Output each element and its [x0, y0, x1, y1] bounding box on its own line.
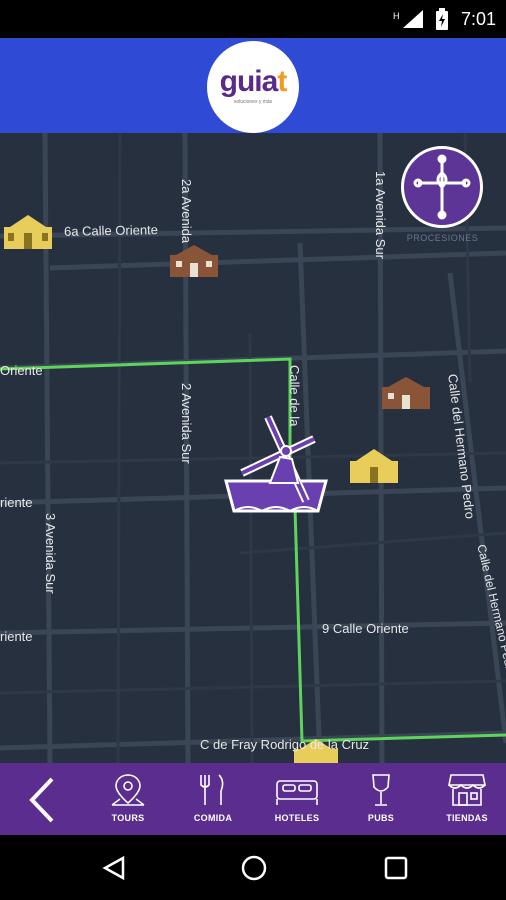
street-label: riente — [0, 495, 33, 510]
logo-accent: t — [277, 65, 287, 98]
street-label: 1a Avenida Sur — [373, 171, 388, 259]
chevron-left-icon — [29, 777, 54, 823]
street-label: riente — [0, 629, 33, 644]
nav-pubs-button[interactable]: PUBS — [346, 771, 416, 831]
street-label: Oriente — [0, 363, 43, 378]
home-circle-icon[interactable] — [240, 854, 268, 882]
street-label: Calle de la — [287, 365, 302, 427]
status-time: 7:01 — [460, 8, 496, 29]
nav-pubs-label: PUBS — [367, 813, 395, 823]
nav-hoteles-label: HOTELES — [274, 813, 320, 823]
app-bar: guiat soluciones y más — [0, 38, 506, 133]
back-button[interactable] — [22, 775, 62, 825]
signal-icon: H — [393, 10, 423, 28]
back-triangle-icon[interactable] — [101, 855, 127, 881]
street-label: 2 Avenida Sur — [179, 383, 194, 464]
battery-icon — [435, 8, 448, 30]
bed-icon — [276, 780, 318, 805]
status-icons: H 7:01 — [393, 8, 496, 30]
logo-subtitle: soluciones y más — [233, 99, 273, 105]
app-logo[interactable]: guiat soluciones y más — [207, 41, 299, 133]
fork-knife-icon — [200, 774, 224, 805]
nav-comida-button[interactable]: COMIDA — [178, 771, 248, 831]
status-bar: H 7:01 — [0, 0, 506, 38]
nav-tiendas-label: TIENDAS — [446, 813, 488, 823]
bottom-nav: TOURS COMIDA HOTELES PUBS TIENDAS — [0, 763, 506, 835]
map-view[interactable]: 6a Calle Oriente 2a Avenida 1a Avenida S… — [0, 133, 506, 763]
street-label: 3 Avenida Sur — [43, 513, 58, 594]
logo-text: guiat — [207, 65, 299, 99]
nav-tours-label: TOURS — [111, 813, 145, 823]
map-pin-icon — [111, 774, 145, 806]
nav-tours-button[interactable]: TOURS — [93, 771, 163, 831]
store-icon — [448, 774, 486, 806]
wine-glass-icon — [372, 774, 390, 806]
building-marker[interactable] — [382, 377, 430, 409]
android-nav-bar — [0, 835, 506, 900]
procesiones-label: PROCESIONES — [406, 233, 479, 243]
nav-tiendas-button[interactable]: TIENDAS — [432, 771, 502, 831]
cross-icon — [413, 154, 471, 220]
recents-square-icon[interactable] — [383, 855, 409, 881]
street-label: 2a Avenida — [179, 179, 194, 244]
nav-hoteles-button[interactable]: HOTELES — [262, 771, 332, 831]
building-marker[interactable] — [170, 245, 218, 277]
street-label: 6a Calle Oriente — [63, 222, 159, 239]
svg-text:H: H — [393, 11, 400, 21]
procesiones-button[interactable] — [401, 146, 483, 228]
logo-main: guia — [219, 65, 279, 98]
street-label: C de Fray Rodrigo de la Cruz — [200, 737, 370, 752]
street-label: 9 Calle Oriente — [322, 621, 409, 636]
nav-comida-label: COMIDA — [193, 813, 233, 823]
